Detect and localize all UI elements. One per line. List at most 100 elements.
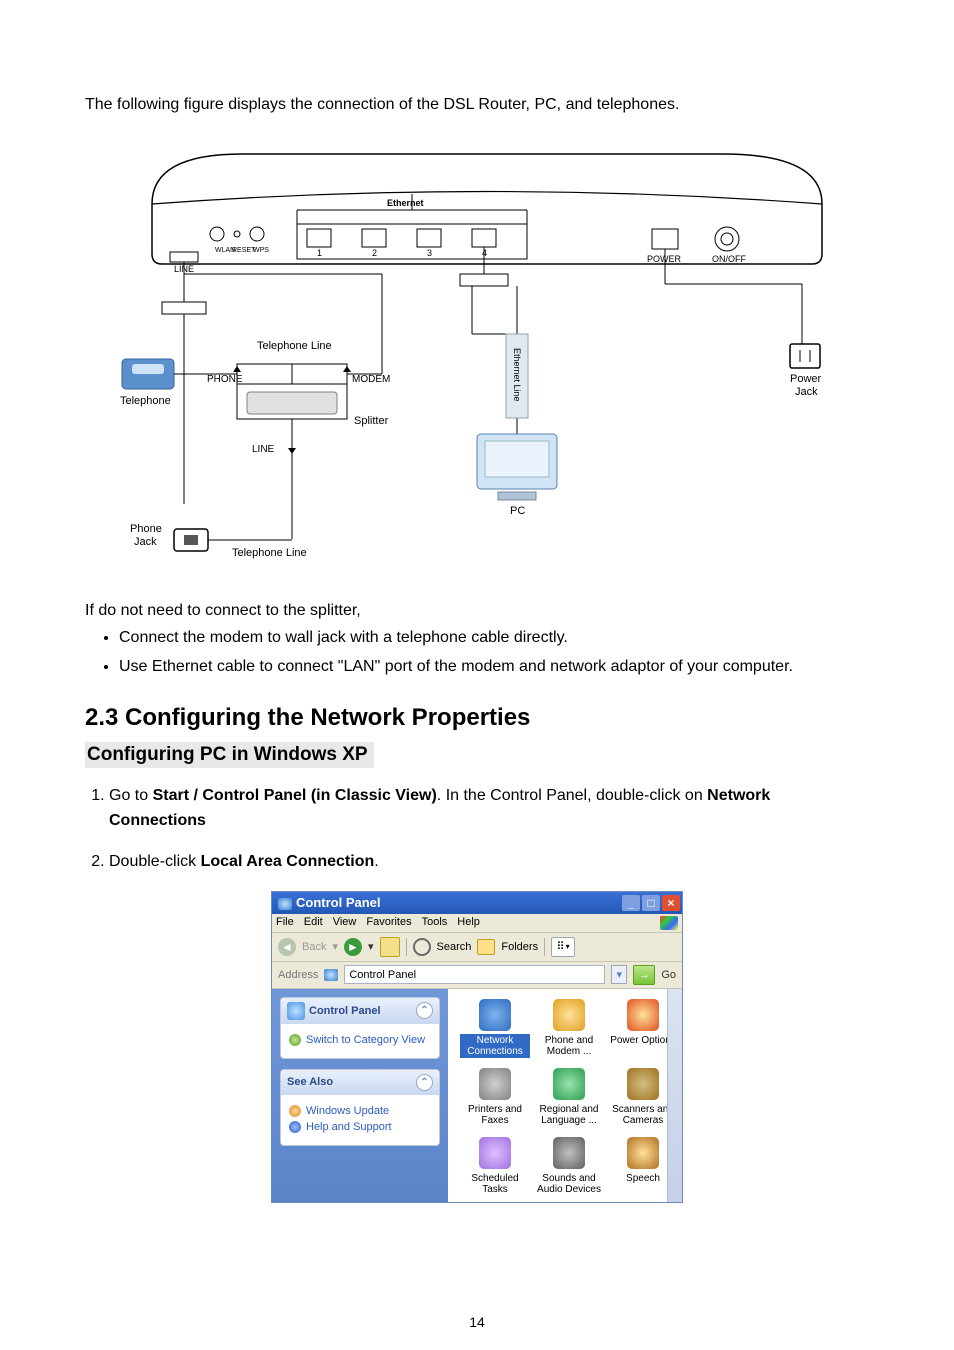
label-telephone-line: Telephone Line	[257, 340, 332, 352]
folders-icon[interactable]	[477, 939, 495, 955]
page-number: 14	[0, 1314, 954, 1330]
forward-button-icon[interactable]: ►	[344, 938, 362, 956]
address-icon	[324, 969, 338, 981]
menu-bar: File Edit View Favorites Tools Help	[272, 914, 682, 933]
section-heading: 2.3 Configuring the Network Properties	[85, 704, 869, 732]
cp-item-icon	[627, 1068, 659, 1100]
cp-item-label: Sounds and Audio Devices	[534, 1172, 604, 1196]
windows-update-icon	[289, 1105, 301, 1117]
address-bar: Address ▾ → Go	[272, 962, 682, 989]
link-help-support[interactable]: Help and Support	[289, 1121, 431, 1133]
go-button-icon[interactable]: →	[633, 965, 655, 985]
scroll-up-icon[interactable]: ▴	[667, 989, 681, 1003]
address-input[interactable]	[344, 965, 605, 984]
label-telephone: Telephone	[120, 395, 171, 407]
close-button[interactable]: ×	[662, 895, 680, 911]
window-titlebar: Control Panel _ □ ×	[272, 892, 682, 914]
label-phone-port: PHONE	[207, 374, 243, 385]
cp-item-label: Printers and Faxes	[460, 1103, 530, 1127]
cp-item-icon	[627, 1137, 659, 1169]
step1-bold-1: Start / Control Panel (in Classic View)	[153, 787, 437, 804]
switch-view-icon	[289, 1034, 301, 1046]
no-splitter-bullets: Connect the modem to wall jack with a te…	[119, 626, 869, 678]
cp-item-6[interactable]: Scheduled Tasks	[460, 1137, 530, 1196]
collapse-icon-2[interactable]: ⌃	[416, 1074, 433, 1091]
menu-file[interactable]: File	[276, 916, 294, 930]
cp-item-2[interactable]: Power Options	[608, 999, 678, 1058]
views-button[interactable]: ⠿▾	[551, 937, 575, 957]
cp-item-5[interactable]: Scanners and Cameras	[608, 1068, 678, 1127]
intro-text: The following figure displays the connec…	[85, 96, 869, 114]
windows-logo-icon	[660, 916, 678, 930]
label-phone-jack-2: Jack	[134, 536, 157, 548]
cp-item-icon	[479, 1068, 511, 1100]
cp-item-label: Scanners and Cameras	[608, 1103, 678, 1127]
sidebar: Control Panel ⌃ Switch to Category View …	[272, 989, 448, 1202]
back-button-label[interactable]: Back	[302, 941, 326, 953]
bullet-1: Connect the modem to wall jack with a te…	[119, 626, 869, 649]
eth-port-1: 1	[317, 248, 322, 258]
cp-item-icon	[553, 999, 585, 1031]
minimize-button[interactable]: _	[622, 895, 640, 911]
cp-item-label: Speech	[624, 1172, 662, 1185]
menu-tools[interactable]: Tools	[422, 916, 448, 930]
items-grid: ▴ ▾ Network ConnectionsPhone and Modem .…	[448, 989, 682, 1202]
label-pc: PC	[510, 505, 525, 517]
cp-item-label: Power Options	[608, 1034, 678, 1047]
router-connection-diagram: WLAN RESET WPS LINE Ethernet 1 2 3 4	[112, 134, 842, 574]
menu-help[interactable]: Help	[457, 916, 480, 930]
menu-favorites[interactable]: Favorites	[366, 916, 411, 930]
cp-item-8[interactable]: Speech	[608, 1137, 678, 1196]
cp-item-icon	[479, 999, 511, 1031]
link-windows-update[interactable]: Windows Update	[289, 1105, 431, 1117]
cp-item-icon	[479, 1137, 511, 1169]
maximize-button[interactable]: □	[642, 895, 660, 911]
cp-item-label: Network Connections	[460, 1034, 530, 1058]
control-panel-window: Control Panel _ □ × File Edit View Favor…	[271, 891, 683, 1203]
menu-edit[interactable]: Edit	[304, 916, 323, 930]
cp-item-icon	[553, 1068, 585, 1100]
menu-view[interactable]: View	[333, 916, 357, 930]
control-panel-title-icon	[278, 898, 292, 910]
cp-item-4[interactable]: Regional and Language ...	[534, 1068, 604, 1127]
label-telephone-line2: Telephone Line	[232, 547, 307, 559]
link-switch-category-view[interactable]: Switch to Category View	[289, 1034, 431, 1046]
no-splitter-note: If do not need to connect to the splitte…	[85, 602, 869, 620]
search-icon[interactable]	[413, 938, 431, 956]
label-onoff: ON/OFF	[712, 254, 746, 264]
cp-item-label: Phone and Modem ...	[534, 1034, 604, 1058]
cp-item-0[interactable]: Network Connections	[460, 999, 530, 1058]
cp-item-3[interactable]: Printers and Faxes	[460, 1068, 530, 1127]
step-1: Go to Start / Control Panel (in Classic …	[109, 784, 869, 834]
control-panel-icon	[287, 1002, 305, 1020]
cp-item-1[interactable]: Phone and Modem ...	[534, 999, 604, 1058]
scroll-down-icon[interactable]: ▾	[667, 1188, 681, 1202]
help-support-icon	[289, 1121, 301, 1133]
cp-item-icon	[553, 1137, 585, 1169]
window-title: Control Panel	[296, 895, 381, 910]
back-button-icon[interactable]: ◄	[278, 938, 296, 956]
label-wps: WPS	[253, 247, 269, 254]
sidebar-card-see-also: See Also ⌃ Windows Update Help and Suppo…	[280, 1069, 440, 1146]
collapse-icon[interactable]: ⌃	[416, 1002, 433, 1019]
eth-port-4: 4	[482, 248, 487, 258]
address-dropdown-icon[interactable]: ▾	[611, 965, 627, 984]
label-splitter: Splitter	[354, 415, 389, 427]
folders-button-label[interactable]: Folders	[501, 941, 538, 953]
up-button-icon[interactable]	[380, 937, 400, 957]
sidebar-card1-title: Control Panel	[309, 1005, 381, 1017]
label-power: POWER	[647, 254, 682, 264]
eth-port-3: 3	[427, 248, 432, 258]
go-button-label[interactable]: Go	[661, 969, 676, 981]
cp-item-7[interactable]: Sounds and Audio Devices	[534, 1137, 604, 1196]
step2-bold-1: Local Area Connection	[201, 853, 375, 870]
label-ethernet-line: Ethernet Line	[512, 348, 522, 402]
label-line: LINE	[252, 444, 275, 455]
cp-item-label: Regional and Language ...	[534, 1103, 604, 1127]
label-power-jack-1: Power	[790, 373, 822, 385]
cp-item-icon	[627, 999, 659, 1031]
bullet-2: Use Ethernet cable to connect "LAN" port…	[119, 655, 869, 678]
subsection-heading: Configuring PC in Windows XP	[85, 742, 374, 768]
search-button-label[interactable]: Search	[437, 941, 472, 953]
toolbar: ◄ Back ▾ ► ▾ Search Folders ⠿▾	[272, 933, 682, 962]
